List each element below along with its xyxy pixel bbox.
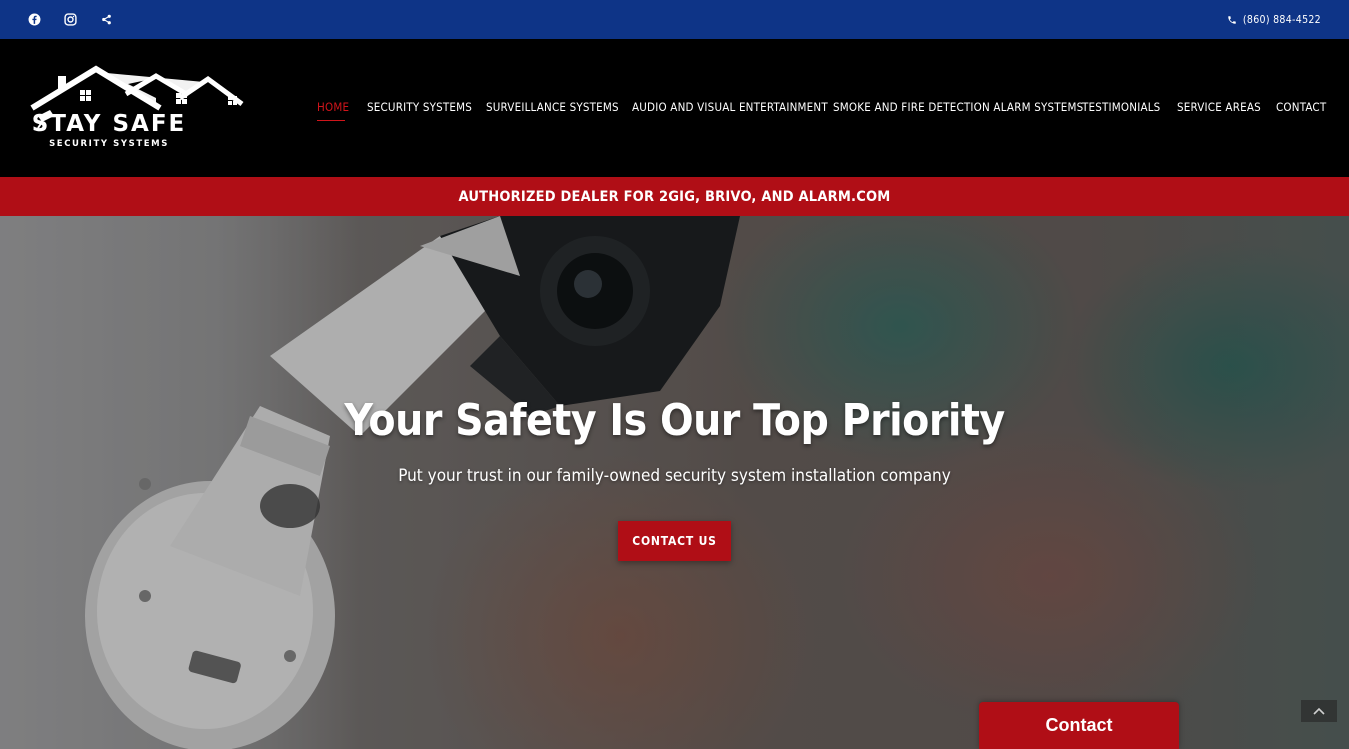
nav-surveillance-systems[interactable]: SURVEILLANCE SYSTEMS — [486, 100, 619, 114]
top-bar: (860) 884-4522 — [0, 0, 1349, 39]
hero-subtitle: Put your trust in our family-owned secur… — [398, 466, 951, 486]
floating-contact-button[interactable]: Contact — [979, 702, 1179, 749]
scroll-to-top-button[interactable] — [1301, 700, 1337, 722]
nav-service-areas[interactable]: SERVICE AREAS — [1177, 100, 1261, 114]
phone-icon — [1228, 15, 1236, 24]
phone-link[interactable]: (860) 884-4522 — [1227, 0, 1321, 39]
facebook-icon[interactable] — [22, 0, 46, 39]
nav-contact[interactable]: CONTACT — [1276, 100, 1326, 114]
dealer-banner-text: AUTHORIZED DEALER FOR 2GIG, BRIVO, AND A… — [458, 188, 891, 205]
phone-number: (860) 884-4522 — [1242, 13, 1321, 26]
nav-testimonials[interactable]: TESTIMONIALS — [1082, 100, 1160, 114]
nav-audio-visual[interactable]: AUDIO AND VISUAL ENTERTAINMENT — [632, 100, 828, 114]
nav-home[interactable]: HOME — [317, 100, 349, 114]
share-icon[interactable] — [94, 0, 118, 39]
contact-us-button[interactable]: CONTACT US — [618, 521, 731, 561]
nav-active-underline — [317, 120, 345, 121]
logo-tagline: SECURITY SYSTEMS — [49, 139, 169, 149]
site-header: STAY SAFE SECURITY SYSTEMS HOME SECURITY… — [0, 39, 1349, 177]
nav-smoke-fire[interactable]: SMOKE AND FIRE DETECTION ALARM SYSTEMS — [833, 100, 1083, 114]
chevron-up-icon — [1313, 707, 1325, 715]
hero-title: Your Safety Is Our Top Priority — [344, 395, 1005, 446]
instagram-icon[interactable] — [58, 0, 82, 39]
logo-name: STAY SAFE — [31, 111, 187, 137]
dealer-banner: AUTHORIZED DEALER FOR 2GIG, BRIVO, AND A… — [0, 177, 1349, 216]
nav-security-systems[interactable]: SECURITY SYSTEMS — [367, 100, 472, 114]
